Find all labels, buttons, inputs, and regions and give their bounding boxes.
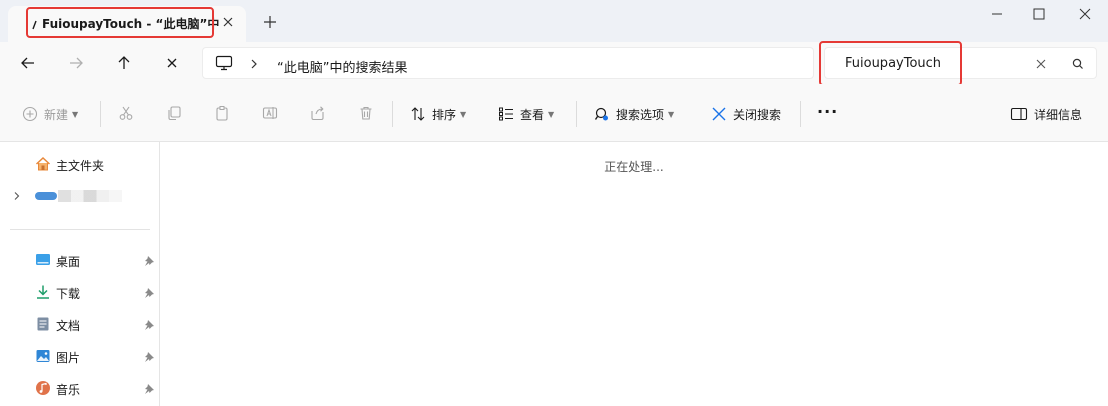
- blurred-account-label: [58, 190, 122, 202]
- more-options-button[interactable]: ···: [817, 100, 838, 122]
- breadcrumb[interactable]: “此电脑”中的搜索结果: [277, 57, 407, 76]
- highlight-search-value: [819, 41, 962, 86]
- sort-button[interactable]: 排序 ▼: [410, 103, 466, 125]
- search-icon[interactable]: [1071, 57, 1085, 71]
- highlight-tab-title: [26, 7, 214, 38]
- up-button[interactable]: [114, 53, 134, 73]
- new-tab-button[interactable]: [262, 14, 278, 30]
- divider: [392, 101, 393, 127]
- details-button[interactable]: 详细信息: [1010, 103, 1082, 125]
- sort-label: 排序: [432, 107, 457, 122]
- divider: [800, 101, 801, 127]
- file-list-area[interactable]: 正在处理...: [160, 142, 1108, 406]
- details-pane-icon: [1010, 107, 1028, 121]
- navigation-bar: “此电脑”中的搜索结果 FuioupayTouch: [0, 41, 1108, 86]
- stop-button[interactable]: [162, 53, 182, 73]
- navigation-pane: 主文件夹 桌面 下载 文档 图片 音乐: [0, 142, 160, 406]
- delete-icon[interactable]: [358, 105, 374, 121]
- close-search-button[interactable]: 关闭搜索: [711, 103, 781, 125]
- details-label: 详细信息: [1034, 107, 1083, 122]
- sidebar-item-label: 图片: [56, 351, 81, 365]
- title-bar: FuioupayTouch - “此电脑”中的搜索结果: [0, 0, 1108, 42]
- back-button[interactable]: [18, 53, 38, 73]
- chevron-down-icon: ▼: [72, 109, 79, 119]
- share-icon[interactable]: [310, 105, 326, 121]
- sidebar-item-documents[interactable]: 文档: [0, 310, 159, 338]
- chevron-down-icon: ▼: [548, 109, 555, 119]
- sidebar-item-onedrive[interactable]: [0, 182, 159, 210]
- sidebar-item-label: 桌面: [56, 255, 81, 269]
- status-text: 正在处理...: [604, 160, 664, 174]
- new-button[interactable]: 新建 ▼: [22, 103, 78, 125]
- desktop-icon: [36, 254, 50, 265]
- chevron-right-icon[interactable]: [249, 58, 259, 70]
- sidebar-item-label: 音乐: [56, 383, 81, 397]
- command-bar: 新建 ▼ 排序 ▼ 查看 ▼ 搜索选项 ▼ 关闭搜索 ··· 详细信息: [0, 84, 1108, 142]
- sidebar-divider: [10, 229, 150, 230]
- onedrive-icon: [35, 192, 57, 200]
- search-options-icon: [594, 107, 608, 121]
- clear-search-icon[interactable]: [1035, 58, 1047, 70]
- pin-icon[interactable]: [143, 319, 155, 331]
- view-button[interactable]: 查看 ▼: [498, 103, 554, 125]
- search-options-button[interactable]: 搜索选项 ▼: [594, 103, 674, 125]
- sidebar-item-label: 下载: [56, 287, 81, 301]
- sidebar-item-pictures[interactable]: 图片: [0, 342, 159, 370]
- pin-icon[interactable]: [143, 255, 155, 267]
- document-icon: [37, 317, 49, 331]
- divider: [100, 101, 101, 127]
- sidebar-item-label: 主文件夹: [56, 159, 105, 173]
- pin-icon[interactable]: [143, 351, 155, 363]
- minimize-button[interactable]: [982, 4, 1012, 24]
- home-icon: [35, 156, 51, 171]
- sort-icon: [411, 107, 425, 121]
- close-tab-icon[interactable]: [220, 14, 236, 30]
- pin-icon[interactable]: [143, 383, 155, 395]
- chevron-right-icon[interactable]: [12, 191, 22, 201]
- search-options-label: 搜索选项: [616, 107, 665, 122]
- sidebar-item-desktop[interactable]: 桌面: [0, 246, 159, 274]
- rename-icon[interactable]: [262, 105, 278, 121]
- sidebar-item-downloads[interactable]: 下载: [0, 278, 159, 306]
- sidebar-item-music[interactable]: 音乐: [0, 374, 159, 402]
- plus-circle-icon: [22, 106, 38, 122]
- view-list-icon: [499, 107, 513, 121]
- view-label: 查看: [520, 107, 545, 122]
- music-icon: [36, 381, 50, 395]
- paste-icon[interactable]: [214, 105, 230, 121]
- cut-icon[interactable]: [118, 105, 134, 121]
- sidebar-item-label: 文档: [56, 319, 81, 333]
- close-icon: [712, 107, 726, 121]
- copy-icon[interactable]: [166, 105, 182, 121]
- close-search-label: 关闭搜索: [733, 107, 782, 122]
- sidebar-item-home[interactable]: 主文件夹: [0, 150, 159, 178]
- maximize-button[interactable]: [1024, 4, 1054, 24]
- chevron-down-icon: ▼: [668, 109, 675, 119]
- pin-icon[interactable]: [143, 287, 155, 299]
- close-window-button[interactable]: [1070, 4, 1100, 24]
- divider: [576, 101, 577, 127]
- forward-button[interactable]: [66, 53, 86, 73]
- computer-icon: [215, 55, 233, 71]
- new-label: 新建: [44, 107, 69, 122]
- pictures-icon: [36, 350, 50, 362]
- chevron-down-icon: ▼: [460, 109, 467, 119]
- address-field[interactable]: “此电脑”中的搜索结果: [202, 47, 814, 79]
- download-icon: [37, 285, 49, 299]
